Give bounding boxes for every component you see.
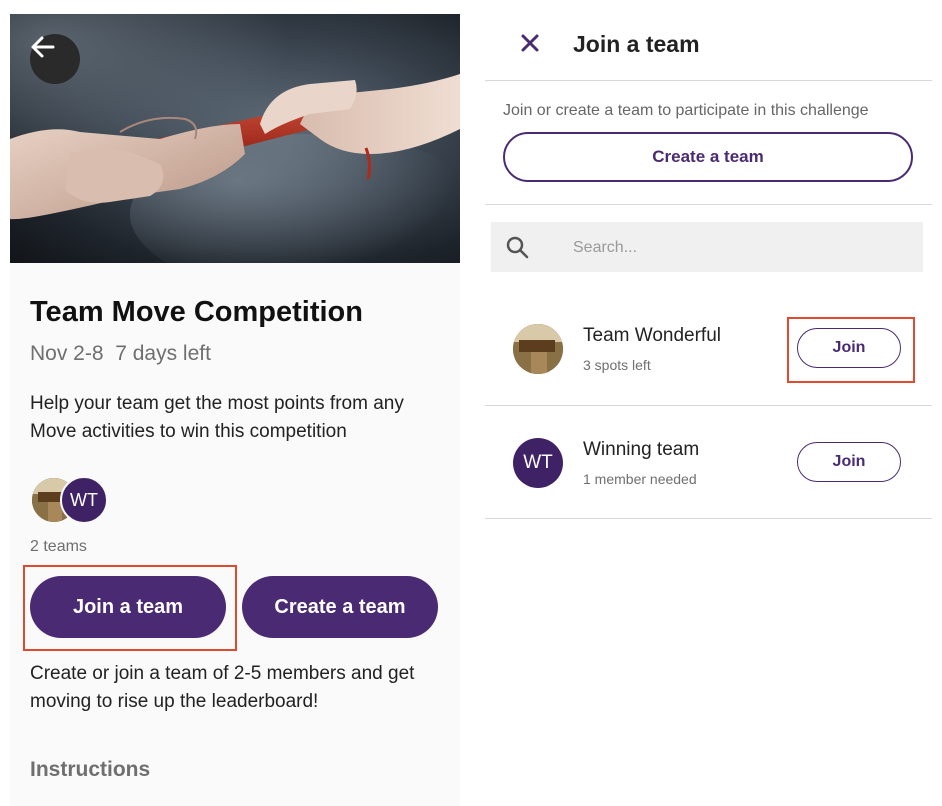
winning-team-avatar: WT xyxy=(60,476,108,524)
close-icon[interactable] xyxy=(515,28,545,58)
search-bar xyxy=(491,222,923,272)
join-button-highlight xyxy=(23,565,237,651)
team-name: Team Wonderful xyxy=(583,325,721,346)
instructions-heading: Instructions xyxy=(30,758,151,781)
search-input[interactable] xyxy=(571,234,905,262)
join-winning-team-button[interactable]: Join xyxy=(797,442,901,482)
challenge-title: Team Move Competition xyxy=(30,296,363,328)
challenge-detail-panel: Team Move Competition Nov 2-8 7 days lef… xyxy=(10,14,460,806)
challenge-dates: Nov 2-8 7 days left xyxy=(30,342,211,365)
row-divider xyxy=(485,518,932,519)
winning-team-avatar: WT xyxy=(513,438,563,488)
hero-image xyxy=(10,14,460,263)
panel-title: Join a team xyxy=(573,31,700,57)
challenge-description: Help your team get the most points from … xyxy=(30,393,404,442)
panel-header: Join a team xyxy=(485,14,932,81)
create-team-button[interactable]: Create a team xyxy=(242,576,438,638)
panel-subtitle: Join or create a team to participate in … xyxy=(503,102,869,119)
team-name: Winning team xyxy=(583,439,700,460)
section-divider xyxy=(485,204,932,205)
join-button-highlight xyxy=(787,317,915,383)
team-wonderful-avatar xyxy=(513,324,563,374)
row-divider xyxy=(485,405,932,406)
team-spots: 3 spots left xyxy=(583,357,651,373)
arrow-left-icon xyxy=(31,36,55,58)
team-avatars: WT xyxy=(30,476,150,524)
create-team-outline-button[interactable]: Create a team xyxy=(503,132,913,182)
teams-count: 2 teams xyxy=(30,538,87,555)
team-size-note: Create or join a team of 2-5 members and… xyxy=(30,663,415,712)
join-team-panel: Join a team Join or create a team to par… xyxy=(485,14,932,534)
team-members-needed: 1 member needed xyxy=(583,471,697,487)
back-button[interactable] xyxy=(30,34,80,84)
search-icon xyxy=(506,236,529,259)
